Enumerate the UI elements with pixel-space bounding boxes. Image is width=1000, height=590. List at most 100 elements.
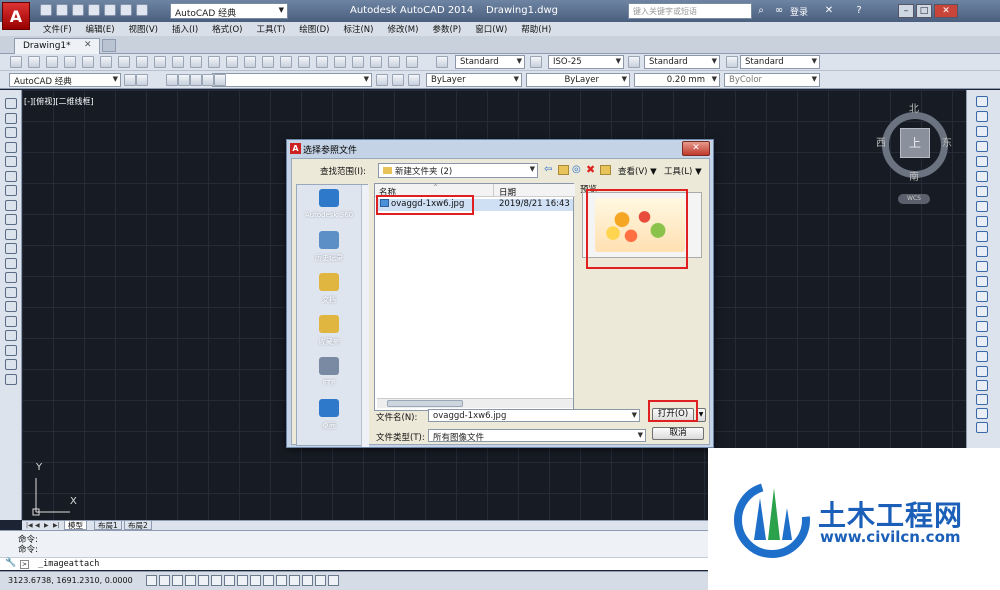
file-list-hscrollbar[interactable] (377, 398, 573, 408)
viewcube-north[interactable]: 北 (909, 100, 919, 115)
filename-input[interactable]: ovaggd-1xw6.jpg ▼ (428, 409, 640, 422)
print-icon[interactable] (104, 4, 116, 16)
mleader-style-combo[interactable]: Standard ▼ (740, 55, 820, 69)
layout-tab-1[interactable]: 布局1 (94, 520, 122, 530)
scale-icon[interactable] (976, 201, 988, 212)
lineweight-combo[interactable]: 0.20 mm ▼ (634, 73, 720, 87)
new-icon[interactable] (40, 4, 52, 16)
design-center-icon[interactable] (316, 56, 328, 68)
layout-tab-0[interactable]: 模型 (64, 520, 87, 530)
polygon-icon[interactable] (5, 141, 17, 153)
rotate-icon[interactable] (976, 186, 988, 197)
dim-style-combo[interactable]: ISO-25 ▼ (548, 55, 624, 69)
table-style-combo[interactable]: Standard ▼ (644, 55, 720, 69)
stretch-icon[interactable] (976, 216, 988, 227)
wrench-icon[interactable]: 🔧 (5, 558, 16, 568)
viewcube-east[interactable]: 东 (942, 134, 952, 149)
minimize-button[interactable]: – (898, 4, 914, 18)
menu-item-6[interactable]: 绘图(D) (292, 22, 336, 36)
status-lwt-toggle[interactable] (276, 575, 287, 586)
table-icon[interactable] (5, 344, 17, 356)
status-sc-toggle[interactable] (315, 575, 326, 586)
undo-icon[interactable] (120, 4, 132, 16)
status-osnap-toggle[interactable] (211, 575, 222, 586)
zoom-realtime-icon[interactable] (244, 56, 256, 68)
look-in-combo[interactable]: 新建文件夹 (2) ▼ (378, 163, 538, 178)
open-icon[interactable] (56, 4, 68, 16)
plot-preview-icon[interactable] (82, 56, 94, 68)
delete-icon[interactable]: ✖ (586, 163, 595, 176)
dialog-close-button[interactable]: ✕ (682, 141, 710, 156)
status-snap-toggle[interactable] (159, 575, 170, 586)
date-column-header[interactable]: 日期 (499, 186, 516, 198)
maximize-button[interactable]: □ (916, 4, 932, 18)
menu-item-0[interactable]: 文件(F) (36, 22, 79, 36)
autocad-app-menu-button[interactable]: A (2, 2, 30, 30)
workspace-settings-icon[interactable] (124, 74, 136, 86)
blend-icon[interactable] (976, 336, 988, 347)
copy-object-icon[interactable] (976, 111, 988, 122)
views-menu[interactable]: 查看(V) ▼ (618, 165, 657, 177)
scroll-thumb[interactable] (387, 400, 463, 407)
arc-icon[interactable] (5, 170, 17, 182)
make-block-icon[interactable] (5, 272, 17, 283)
revcloud-icon[interactable] (5, 199, 17, 211)
send-back-icon[interactable] (976, 394, 988, 405)
offset-icon[interactable] (976, 141, 988, 152)
ellipse-arc-icon[interactable] (5, 243, 17, 254)
status-polar-toggle[interactable] (198, 575, 209, 586)
layer-lock-icon[interactable] (202, 74, 214, 86)
cancel-button[interactable]: 取消 (652, 427, 704, 440)
help-icon[interactable]: ? (852, 4, 866, 18)
status-am-toggle[interactable] (328, 575, 339, 586)
viewcube-top-face[interactable]: 上 (900, 128, 930, 158)
erase-icon[interactable] (976, 96, 988, 107)
tools-menu[interactable]: 工具(L) ▼ (664, 165, 702, 177)
viewcube[interactable]: 上 北 南 东 西 WCS (872, 98, 958, 208)
insert-block-icon[interactable] (5, 257, 17, 269)
workspace-combo[interactable]: AutoCAD 经典 ▼ (9, 73, 121, 87)
chamfer-icon[interactable] (976, 306, 988, 317)
status-grid-toggle[interactable] (172, 575, 183, 586)
break-at-point-icon[interactable] (976, 261, 988, 272)
place-label-3[interactable]: 收藏夹 (297, 337, 361, 347)
workspace-dropdown[interactable]: AutoCAD 经典 ▼ (170, 3, 288, 19)
status-3dosnap-toggle[interactable] (224, 575, 235, 586)
zoom-previous-icon[interactable] (280, 56, 292, 68)
mtext-icon[interactable] (5, 359, 17, 370)
text-style-combo[interactable]: Standard ▼ (455, 55, 525, 69)
wcs-menu[interactable]: WCS (898, 194, 930, 204)
status-ducs-toggle[interactable] (250, 575, 261, 586)
linetype-combo[interactable]: ByLayer ▼ (526, 73, 630, 87)
print-icon[interactable] (64, 56, 76, 68)
spline-icon[interactable] (5, 214, 17, 225)
filetype-select[interactable]: 所有图像文件 ▼ (428, 429, 646, 442)
place-label-5[interactable]: 桌面 (297, 421, 361, 431)
menu-item-10[interactable]: 窗口(W) (468, 22, 514, 36)
desktop-icon[interactable] (319, 399, 339, 417)
text-style-icon[interactable] (436, 56, 448, 68)
text-front-icon[interactable] (976, 408, 988, 419)
sign-in-link[interactable]: 登录 (790, 5, 808, 18)
exchange-icon[interactable]: ✕ (822, 4, 836, 18)
tool-palettes-icon[interactable] (334, 56, 346, 68)
ellipse-icon[interactable] (5, 228, 17, 240)
close-button[interactable]: ✕ (934, 4, 958, 18)
calculator-icon[interactable] (388, 56, 400, 68)
viewcube-west[interactable]: 西 (876, 134, 886, 149)
point-icon[interactable] (5, 286, 17, 298)
file-list[interactable]: 名称 ^ 日期 ovaggd-1xw6.jpg 2019/8/21 16:43 (374, 183, 575, 411)
layout-nav-next-icon[interactable]: ▶ (44, 522, 49, 529)
menu-item-7[interactable]: 标注(N) (336, 22, 380, 36)
place-label-1[interactable]: 历史记录 (297, 253, 361, 263)
save-as-icon[interactable] (88, 4, 100, 16)
menu-item-9[interactable]: 参数(P) (425, 22, 468, 36)
bring-front-icon[interactable] (976, 380, 988, 391)
status-dyn-toggle[interactable] (263, 575, 274, 586)
save-icon[interactable] (46, 56, 58, 68)
mleader-style-icon[interactable] (726, 56, 738, 68)
coordinates-readout[interactable]: 3123.6738, 1691.2310, 0.0000 (8, 576, 133, 585)
back-icon[interactable]: ⇦ (544, 164, 556, 176)
cut-icon[interactable] (118, 56, 130, 68)
gradient-icon[interactable] (5, 315, 17, 327)
